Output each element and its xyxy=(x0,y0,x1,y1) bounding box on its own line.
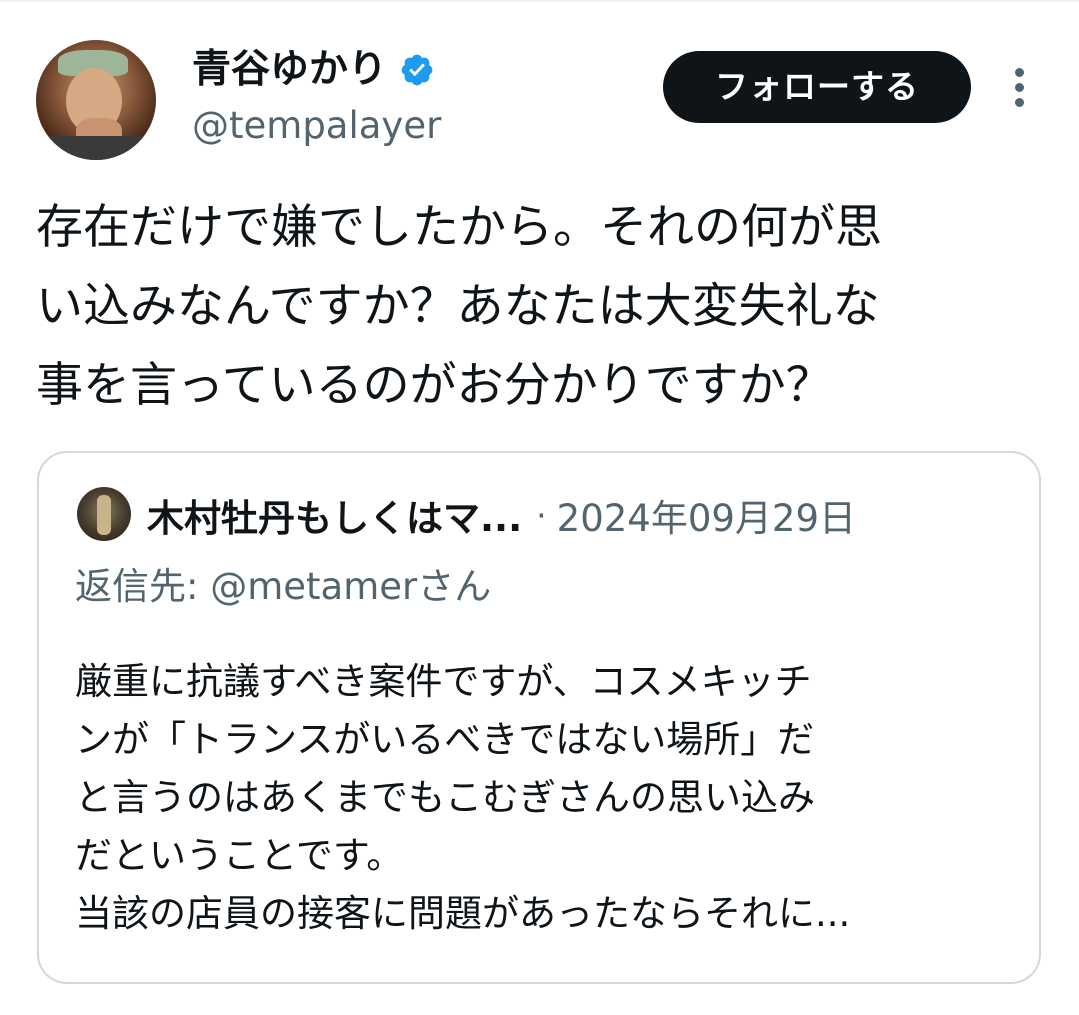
reply-suffix: さん xyxy=(417,565,492,608)
reply-to-line: 返信先: @metamerさん xyxy=(75,561,491,613)
tweet: 青谷ゆかり @tempalayer フォローする 存在だけで嫌でしたから。それの… xyxy=(0,0,1079,1015)
reply-prefix: 返信先: xyxy=(75,565,211,608)
verified-badge-icon xyxy=(401,54,433,86)
quoted-author-name[interactable]: 木村牡丹もしくはマ... xyxy=(147,488,522,542)
author-avatar[interactable] xyxy=(36,40,156,160)
quoted-text: 厳重に抗議すべき案件ですが、コスメキッチ ンが「トランスがいるべきではない場所」… xyxy=(75,660,851,935)
follow-button[interactable]: フォローする xyxy=(663,51,971,123)
separator-dot: · xyxy=(536,495,547,535)
quoted-author-avatar[interactable] xyxy=(77,487,131,541)
divider xyxy=(0,0,1079,2)
quoted-date[interactable]: 2024年09月29日 xyxy=(557,488,856,542)
author-handle[interactable]: @tempalayer xyxy=(192,102,441,150)
tweet-text: 存在だけで嫌でしたから。それの何が思 い込みなんですか？あなたは大変失礼な 事を… xyxy=(36,200,882,413)
reply-handle-link[interactable]: @metamer xyxy=(210,565,417,608)
quoted-tweet[interactable]: 木村牡丹もしくはマ... · 2024年09月29日 返信先: @metamer… xyxy=(37,451,1041,984)
quoted-header: 木村牡丹もしくはマ... · 2024年09月29日 xyxy=(147,487,856,543)
author-display-name[interactable]: 青谷ゆかり xyxy=(192,44,387,96)
more-vertical-icon[interactable] xyxy=(1008,66,1030,110)
author-name-row: 青谷ゆかり xyxy=(192,44,435,96)
